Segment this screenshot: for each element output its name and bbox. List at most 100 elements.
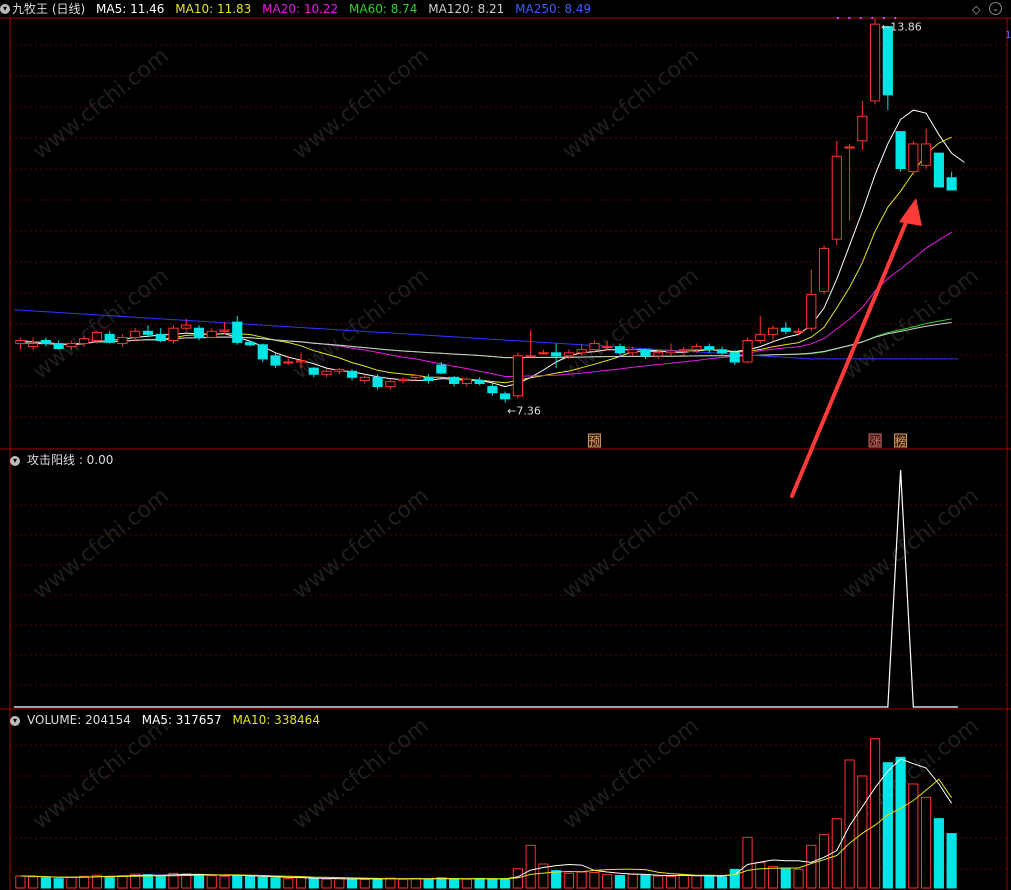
signal-dot — [859, 17, 862, 19]
volume-toggle-icon[interactable]: ▾ — [10, 715, 20, 726]
volume-bar — [206, 875, 217, 889]
candle-body — [563, 352, 575, 357]
volume-bar — [551, 870, 562, 889]
candle-body — [232, 321, 243, 343]
diamond-icon[interactable]: ◇ — [972, 3, 980, 16]
candle-body — [665, 350, 677, 354]
candle-body — [589, 343, 600, 351]
candle-body — [895, 131, 906, 169]
volume-bar — [461, 878, 472, 889]
candle-body — [449, 376, 460, 385]
indicator-toggle-icon[interactable]: ▾ — [10, 455, 20, 466]
candle-body — [614, 346, 626, 354]
right-edge-digit: 1 — [1005, 30, 1011, 41]
ma10-line — [20, 136, 952, 384]
watermark-text: www.cfchi.com — [288, 483, 433, 604]
candle-body — [283, 361, 294, 364]
volume-bar — [359, 878, 370, 889]
candle-body — [908, 143, 919, 173]
volume-bar — [665, 876, 677, 889]
volume-bar — [525, 844, 536, 889]
candle-body — [691, 346, 702, 351]
candle-body — [640, 349, 651, 357]
volume-bar — [640, 874, 651, 889]
candle-body — [193, 327, 205, 338]
volume-bar — [283, 877, 294, 889]
candle-body — [742, 340, 753, 363]
volume-bar — [346, 878, 358, 889]
candle-body — [91, 332, 103, 341]
signal-dot — [848, 17, 851, 19]
candle-body — [385, 381, 396, 388]
candle-body — [181, 324, 192, 329]
volume-ma10-readout: MA10: 338464 — [232, 713, 320, 727]
volume-bar — [334, 877, 345, 889]
candle-body — [15, 340, 26, 345]
watermark-text: www.cfchi.com — [288, 43, 433, 164]
candle-body — [155, 333, 166, 342]
ma250-readout: MA250: 8.49 — [515, 2, 592, 16]
candle-body — [921, 143, 932, 166]
candle-body — [882, 26, 893, 96]
candle-body — [755, 333, 766, 342]
volume-bar — [436, 877, 447, 889]
watermark-text: www.cfchi.com — [838, 483, 983, 604]
volume-bar — [704, 875, 715, 889]
volume-bar — [500, 878, 511, 889]
volume-bar — [742, 836, 753, 889]
chevron-down-icon[interactable]: ⌄ — [989, 1, 1002, 15]
candle-body — [487, 386, 498, 394]
watermark-text: www.cfchi.com — [558, 43, 703, 164]
candle-body — [704, 346, 715, 351]
ma60-readout: MA60: 8.74 — [349, 2, 418, 16]
candle-body — [79, 338, 90, 345]
volume-bar — [895, 756, 906, 889]
volume-bar — [104, 876, 115, 889]
candle-body — [244, 341, 256, 346]
candle-body — [168, 327, 179, 342]
volume-panel-header: ▾ VOLUME: 204154 MA5: 317657 MA10: 338464 — [0, 711, 327, 729]
volume-bar — [79, 875, 90, 889]
ma20-readout: MA20: 10.22 — [262, 2, 339, 16]
candle-body — [334, 368, 345, 372]
signal-dot — [882, 17, 885, 19]
candle-body — [142, 330, 154, 335]
volume-bar — [372, 878, 383, 889]
candle-body — [525, 355, 536, 358]
volume-bar — [563, 872, 575, 889]
volume-bar — [321, 878, 332, 889]
candle-body — [257, 344, 268, 360]
volume-bar — [308, 878, 319, 889]
ma120-readout: MA120: 8.21 — [428, 2, 505, 16]
candle-body — [295, 360, 307, 363]
volume-bar — [66, 876, 77, 889]
high-price-label: ←13.86 — [881, 21, 922, 34]
candle-body — [308, 367, 319, 375]
ma10-readout: MA10: 11.83 — [175, 2, 252, 16]
watermark-text: www.cfchi.com — [288, 713, 433, 834]
volume-bar — [678, 874, 689, 889]
volume-bar — [117, 875, 128, 889]
stock-title[interactable]: 九牧王 (日线) — [12, 2, 85, 16]
candle-body — [270, 355, 281, 366]
candle-body — [436, 364, 447, 374]
volume-bar — [882, 762, 893, 889]
volume-bar — [142, 874, 154, 889]
chart-annotations: ←13.86 ←7.36 预 涨 榜 — [507, 17, 922, 498]
chart-canvas[interactable]: www.cfchi.com www.cfchi.com www.cfchi.com w… — [0, 0, 1011, 890]
candle-body — [602, 346, 613, 349]
volume-bar — [257, 876, 268, 889]
volume-bar — [28, 876, 39, 889]
candle-body — [104, 333, 115, 343]
candle-body — [206, 330, 217, 338]
volume-bar — [602, 874, 613, 889]
volume-bar — [793, 868, 804, 889]
candle-body — [551, 352, 562, 357]
volume-bar — [576, 871, 587, 889]
volume-bar — [219, 875, 230, 889]
signal-dot — [871, 17, 874, 19]
volume-bar — [385, 877, 396, 889]
main-toggle-icon[interactable]: ▾ — [0, 4, 10, 14]
candle-body — [423, 376, 434, 381]
candle-body — [40, 340, 51, 345]
